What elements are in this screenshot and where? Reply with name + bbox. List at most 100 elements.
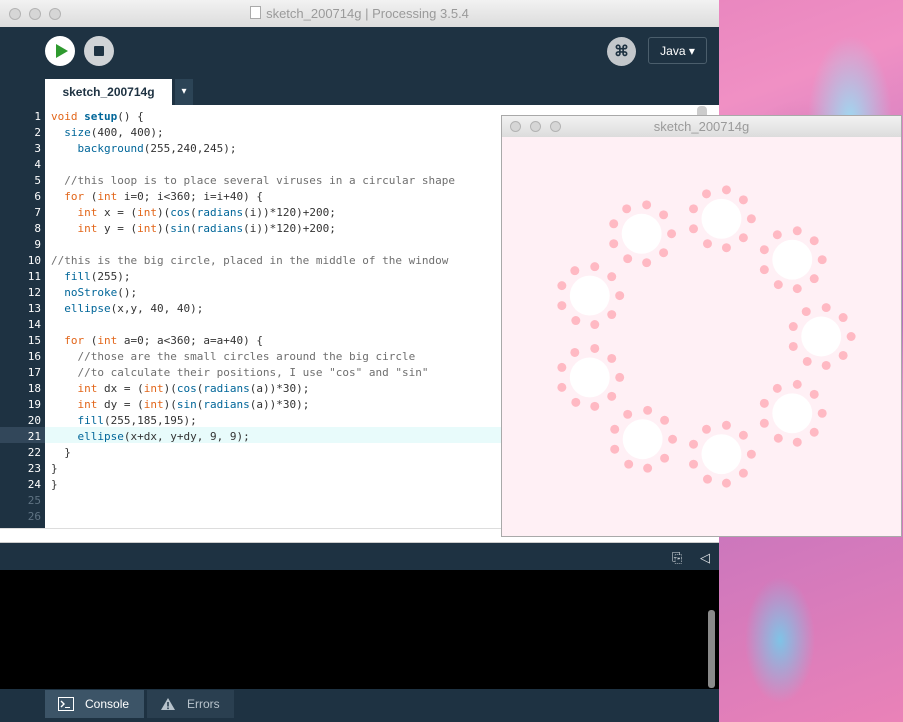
code-text: background(255,240,245); xyxy=(77,142,237,155)
console-divider[interactable] xyxy=(0,542,719,571)
virus-spike xyxy=(615,372,625,382)
canvas-background xyxy=(502,137,901,536)
virus-spike xyxy=(607,391,617,401)
line-number: 9 xyxy=(34,238,41,251)
virus-spike xyxy=(668,434,678,444)
virus-spike xyxy=(773,433,783,443)
sketch-window[interactable]: sketch_200714g xyxy=(501,115,902,537)
line-number: 24 xyxy=(27,478,41,491)
virus-spike xyxy=(802,356,812,366)
line-number: 14 xyxy=(27,318,41,331)
virus-spike xyxy=(801,307,811,317)
virus-spike xyxy=(689,224,699,234)
virus-spike xyxy=(643,463,653,473)
sketch-zoom-button[interactable] xyxy=(550,121,561,132)
virus-spike xyxy=(667,229,677,239)
virus-spike xyxy=(590,401,600,411)
virus-spike xyxy=(759,265,769,275)
virus-spike xyxy=(772,230,782,240)
virus-spike xyxy=(624,459,634,469)
virus-spike xyxy=(607,310,617,320)
virus-spike xyxy=(623,409,633,419)
virus-spike xyxy=(570,266,580,276)
virus-spike xyxy=(773,280,783,290)
virus-spike xyxy=(590,262,600,272)
run-button[interactable] xyxy=(45,36,75,66)
virus-spike xyxy=(622,204,632,214)
warning-icon xyxy=(161,698,175,710)
collapse-console-icon[interactable]: ◁ xyxy=(700,550,710,566)
virus-spike xyxy=(821,360,831,370)
copy-console-icon[interactable]: ⎘ xyxy=(672,550,682,566)
virus-spike xyxy=(721,478,731,488)
title-bar: sketch_200714g | Processing 3.5.4 xyxy=(0,0,719,28)
virus-spike xyxy=(809,274,819,284)
code-text: size(400, 400); xyxy=(64,126,164,139)
virus-spike xyxy=(809,389,819,399)
virus-spike xyxy=(607,272,617,282)
virus-spike xyxy=(792,226,802,236)
virus-spike xyxy=(817,255,827,265)
console-output[interactable] xyxy=(0,570,719,689)
line-number: 26 xyxy=(27,510,41,523)
virus-body xyxy=(801,316,842,357)
document-icon xyxy=(250,6,262,19)
virus-spike xyxy=(643,405,653,415)
code-text: ellipse(x,y, 40, 40); xyxy=(64,302,204,315)
virus-spike xyxy=(615,291,625,301)
line-number: 2 xyxy=(34,126,41,139)
debug-button[interactable]: ⌘ xyxy=(607,37,636,66)
code-text: fill(255); xyxy=(64,270,131,283)
code-text: } xyxy=(51,462,58,475)
virus-spike xyxy=(557,301,567,311)
virus-spike xyxy=(759,418,769,428)
virus-body xyxy=(701,434,742,475)
sketch-close-button[interactable] xyxy=(510,121,521,132)
code-text: ellipse(x+dx, y+dy, 9, 9); xyxy=(77,430,250,443)
mode-selector[interactable]: Java ▾ xyxy=(648,37,707,64)
virus-body xyxy=(701,198,742,239)
code-text: int dx = (int)(cos(radians(a))*30); xyxy=(77,382,310,395)
virus-spike xyxy=(746,449,756,459)
stop-button[interactable] xyxy=(84,36,114,66)
virus-spike xyxy=(809,427,819,437)
virus-spike xyxy=(792,437,802,447)
virus-spike xyxy=(738,233,748,243)
virus-spike xyxy=(792,284,802,294)
code-text: for (int a=0; a<360; a=a+40) { xyxy=(64,334,263,347)
tab-console-label: Console xyxy=(85,697,130,711)
tab-errors[interactable]: Errors xyxy=(147,690,234,718)
virus-spike xyxy=(610,424,620,434)
code-text: //those are the small circles around the… xyxy=(77,350,416,363)
tab-sketch[interactable]: sketch_200714g xyxy=(45,79,172,105)
line-number: 17 xyxy=(27,366,41,379)
virus-spike xyxy=(838,313,848,323)
sketch-title: sketch_200714g xyxy=(653,119,750,134)
virus-spike xyxy=(759,245,769,255)
line-number: 19 xyxy=(27,398,41,411)
line-number: 18 xyxy=(27,382,41,395)
virus-body xyxy=(772,393,813,434)
console-icon xyxy=(58,697,74,711)
line-number: 5 xyxy=(34,174,41,187)
code-text: fill(255,185,195); xyxy=(77,414,197,427)
tab-console[interactable]: Console xyxy=(45,690,144,718)
tab-menu-button[interactable]: ▾ xyxy=(175,79,193,105)
line-number: 16 xyxy=(27,350,41,363)
virus-spike xyxy=(659,248,669,258)
tab-errors-label: Errors xyxy=(187,697,220,711)
virus-spike xyxy=(821,303,831,313)
sketch-canvas[interactable] xyxy=(502,137,901,536)
virus-spike xyxy=(721,420,731,430)
virus-body xyxy=(772,239,813,280)
virus-spike xyxy=(557,382,567,392)
sketch-minimize-button[interactable] xyxy=(530,121,541,132)
virus-body xyxy=(621,213,662,254)
virus-spike xyxy=(590,320,600,330)
console-scroll-thumb[interactable] xyxy=(708,610,715,688)
virus-spike xyxy=(570,347,580,357)
virus-spike xyxy=(610,444,620,454)
line-number: 1 xyxy=(34,110,41,123)
virus-spike xyxy=(642,200,652,210)
virus-spike xyxy=(701,424,711,434)
